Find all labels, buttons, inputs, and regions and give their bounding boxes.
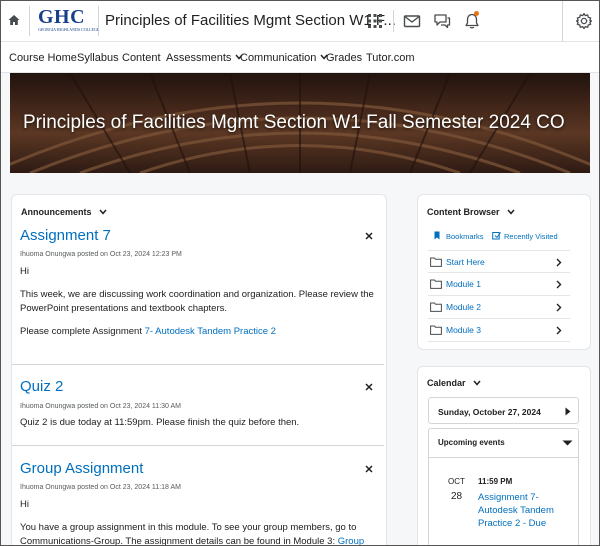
announcements-header[interactable]: Announcements: [21, 207, 107, 217]
top-bar: GHC GEORGIA HIGHLANDS COLLEGE Principles…: [0, 0, 600, 42]
announcement-text: This week, we are discussing work coordi…: [20, 289, 374, 314]
college-logo[interactable]: GHC GEORGIA HIGHLANDS COLLEGE: [38, 6, 100, 34]
upcoming-events-panel: Upcoming events OCT 28 11:59 PM Assignme…: [428, 428, 579, 546]
bookmarks-link[interactable]: Bookmarks: [434, 231, 484, 241]
nav-communication[interactable]: Communication: [240, 52, 328, 64]
content-browser-heading: Content Browser: [427, 207, 500, 217]
announcement-text: Please complete Assignment 7- Autodesk T…: [20, 325, 380, 339]
calendar-heading: Calendar: [427, 378, 466, 388]
banner-title: Principles of Facilities Mgmt Section W1…: [23, 112, 565, 133]
announcement-divider: [12, 364, 384, 365]
event-title-link[interactable]: Assignment 7- Autodesk Tandem Practice 2…: [478, 491, 574, 530]
folder-icon: [430, 302, 442, 312]
folder-icon: [430, 325, 442, 335]
divider: [429, 457, 578, 458]
nav-course-home[interactable]: Course Home: [9, 52, 77, 64]
nav-communication-label: Communication: [240, 52, 317, 64]
announcement-title[interactable]: Group Assignment: [20, 460, 143, 477]
calendar-date: Sunday, October 27, 2024: [438, 407, 541, 417]
content-row-module-1[interactable]: Module 1: [428, 273, 570, 296]
course-banner-image: Principles of Facilities Mgmt Section W1…: [10, 73, 590, 173]
nav-assessments[interactable]: Assessments: [166, 52, 243, 64]
content-row-label: Module 1: [446, 279, 481, 289]
announcement-text: Quiz 2 is due today at 11:59pm. Please f…: [20, 417, 300, 428]
event-day: 28: [451, 491, 463, 502]
close-icon[interactable]: [364, 382, 374, 392]
divider: [393, 10, 394, 32]
content-browser-widget: Content Browser Bookmarks Recently Visit…: [417, 194, 591, 350]
chevron-right-icon: [556, 258, 562, 267]
bookmark-icon: [434, 231, 440, 240]
content-row-module-3[interactable]: Module 3: [428, 319, 570, 342]
notification-bell-icon[interactable]: [462, 11, 482, 31]
announcement-text: Hi: [20, 266, 29, 277]
nav-tutor[interactable]: Tutor.com: [366, 52, 415, 64]
announcement-meta: Ihuoma Onungwa posted on Oct 23, 2024 12…: [20, 251, 182, 258]
announcement-title[interactable]: Quiz 2: [20, 378, 63, 395]
logo-text: GHC: [38, 6, 86, 28]
upcoming-events-heading: Upcoming events: [438, 438, 505, 447]
content-row-label: Start Here: [446, 257, 485, 267]
divider: [98, 6, 99, 36]
announcement-text-part: Please complete Assignment: [20, 326, 145, 337]
content-browser-header[interactable]: Content Browser: [427, 207, 515, 217]
settings-gear-icon[interactable]: [574, 11, 594, 31]
bookmarks-label: Bookmarks: [446, 232, 484, 241]
calendar-header[interactable]: Calendar: [427, 378, 481, 388]
announcements-heading: Announcements: [21, 207, 92, 217]
announcement-title[interactable]: Assignment 7: [20, 227, 111, 244]
nav-assessments-label: Assessments: [166, 52, 232, 64]
home-icon[interactable]: [7, 13, 21, 27]
nav-grades[interactable]: Grades: [326, 52, 362, 64]
divider: [29, 6, 30, 36]
announcements-widget: Announcements Assignment 7 Ihuoma Onungw…: [11, 194, 387, 546]
content-row-label: Module 3: [446, 325, 481, 335]
history-icon: [492, 232, 501, 240]
chevron-down-icon: [506, 209, 515, 215]
next-date-icon[interactable]: [565, 407, 571, 416]
mail-icon[interactable]: [402, 11, 422, 31]
folder-icon: [430, 257, 442, 267]
announcement-text-part: You have a group assignment in this modu…: [20, 522, 357, 546]
chevron-right-icon: [556, 326, 562, 335]
recently-visited-label: Recently Visited: [504, 232, 558, 241]
divider: [562, 0, 563, 42]
close-icon[interactable]: [364, 464, 374, 474]
notification-badge: [474, 11, 479, 16]
chevron-right-icon: [556, 303, 562, 312]
assignment-link[interactable]: 7- Autodesk Tandem Practice 2: [145, 326, 276, 337]
announcement-meta: Ihuoma Onungwa posted on Oct 23, 2024 11…: [20, 484, 181, 491]
event-month: OCT: [448, 477, 465, 486]
course-title[interactable]: Principles of Facilities Mgmt Section W1…: [105, 12, 396, 29]
chevron-down-icon: [472, 380, 481, 386]
announcement-meta: Ihuoma Onungwa posted on Oct 23, 2024 11…: [20, 403, 181, 410]
nav-content[interactable]: Content: [122, 52, 161, 64]
calendar-date-picker[interactable]: Sunday, October 27, 2024: [428, 397, 579, 424]
course-navbar: Course Home Syllabus Content Assessments…: [0, 42, 600, 73]
announcement-divider: [12, 445, 384, 446]
content-row-module-2[interactable]: Module 2: [428, 296, 570, 319]
course-selector-grid-icon[interactable]: [365, 11, 385, 31]
calendar-widget: Calendar Sunday, October 27, 2024 Upcomi…: [417, 366, 591, 546]
content-row-label: Module 2: [446, 302, 481, 312]
chat-icon[interactable]: [432, 11, 452, 31]
event-time: 11:59 PM: [478, 477, 513, 486]
close-icon[interactable]: [364, 231, 374, 241]
collapse-caret-icon[interactable]: [562, 440, 573, 446]
announcement-text: You have a group assignment in this modu…: [20, 521, 380, 546]
chevron-down-icon: [98, 209, 107, 215]
nav-syllabus[interactable]: Syllabus: [77, 52, 119, 64]
recently-visited-link[interactable]: Recently Visited: [492, 231, 558, 241]
group-link[interactable]: Group: [338, 536, 364, 546]
logo-subtext: GEORGIA HIGHLANDS COLLEGE: [38, 27, 100, 32]
chevron-right-icon: [556, 280, 562, 289]
announcement-text: Hi: [20, 499, 29, 510]
folder-icon: [430, 279, 442, 289]
content-row-start-here[interactable]: Start Here: [428, 250, 570, 273]
